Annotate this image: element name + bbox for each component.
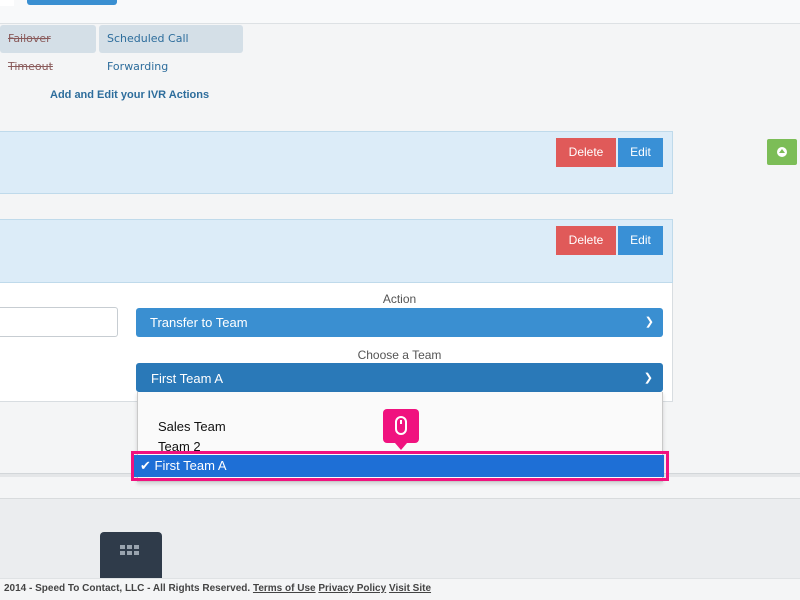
edit-button[interactable]: Edit [618,138,663,167]
click-indicator [383,409,419,450]
privacy-link[interactable]: Privacy Policy [318,583,386,594]
team-label: Choose a Team [357,348,442,362]
tab-scheduled-call-forwarding[interactable]: Scheduled Call Forwarding [99,25,243,73]
apps-menu-button[interactable] [100,532,162,578]
visit-site-link[interactable]: Visit Site [389,583,431,594]
team-select-value: First Team A [151,371,224,386]
ivr-action-panel: Delete Edit [0,131,673,194]
arrow-up-circle-icon [777,147,787,157]
page-heading: Add and Edit your IVR Actions [50,89,210,101]
key-input[interactable] [0,307,118,337]
team-select[interactable]: First Team A ❯ [136,363,663,392]
terms-link[interactable]: Terms of Use [253,583,316,594]
chevron-down-icon: ❯ [644,316,654,328]
top-action-button[interactable] [27,0,117,5]
action-select-value: Transfer to Team [150,315,248,330]
chevron-down-icon: ❯ [643,372,653,384]
footer-copyright: 2014 - Speed To Contact, LLC - All Right… [4,583,251,594]
add-action-button[interactable] [767,139,797,165]
action-select[interactable]: Transfer to Team ❯ [136,308,663,337]
click-highlight [131,451,669,481]
dropdown-option[interactable]: Sales Team [158,419,226,434]
mouse-icon [395,416,407,435]
action-label: Action [382,292,417,306]
delete-button[interactable]: Delete [556,138,616,167]
footer: 2014 - Speed To Contact, LLC - All Right… [0,578,800,600]
top-bar [0,0,800,24]
edit-button[interactable]: Edit [618,226,663,255]
delete-button[interactable]: Delete [556,226,616,255]
top-tab-fragment [0,0,14,6]
ivr-action-panel-expanded: Delete Edit [0,219,673,283]
tab-failover-timeout[interactable]: Failover Timeout [0,25,96,73]
